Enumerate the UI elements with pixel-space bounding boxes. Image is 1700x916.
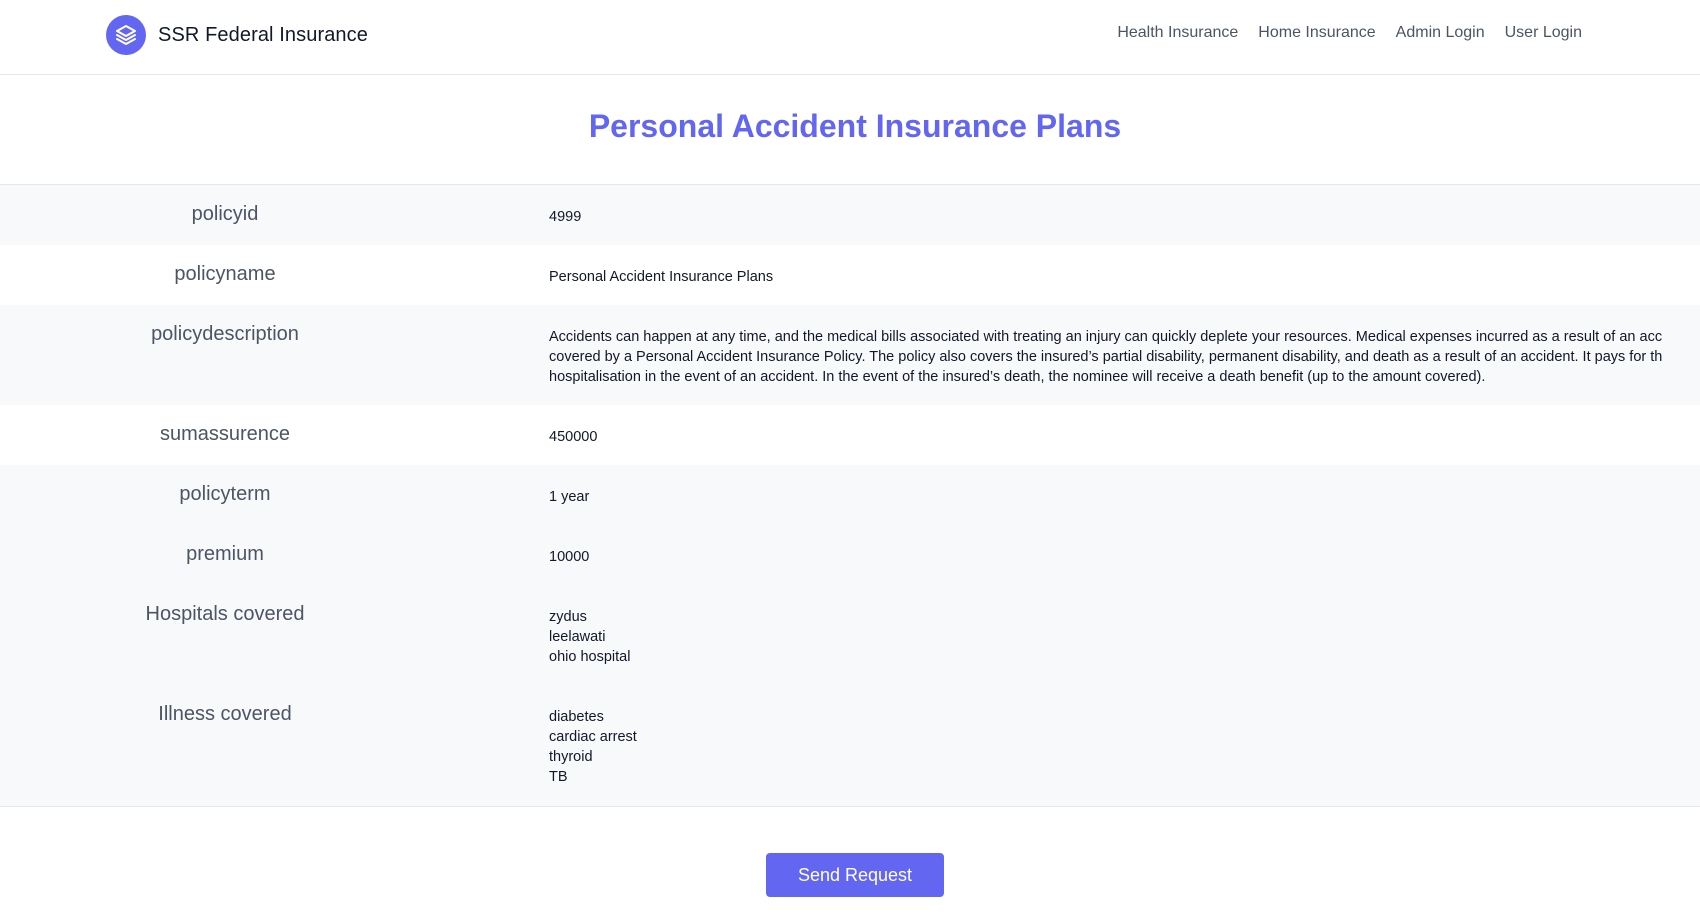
detail-label: Hospitals covered: [145, 603, 305, 625]
illness-item: TB: [549, 769, 568, 785]
nav-admin-login[interactable]: Admin Login: [1396, 24, 1485, 42]
illness-item: cardiac arrest: [549, 729, 637, 745]
detail-label: sumassurence: [159, 423, 291, 445]
layers-icon: [106, 15, 146, 55]
detail-label: policyname: [174, 263, 276, 285]
hospital-item: ohio hospital: [549, 649, 631, 665]
brand-name: SSR Federal Insurance: [158, 23, 368, 46]
detail-value: 1 year: [549, 489, 590, 505]
detail-label: policydescription: [151, 323, 299, 345]
detail-row-sumassurence: sumassurence 450000: [0, 405, 1700, 465]
description-line: covered by a Personal Accident Insurance…: [549, 349, 1663, 365]
policy-details: policyid 4999 policyname Personal Accide…: [0, 184, 1700, 807]
page: SSR Federal Insurance Health Insurance H…: [0, 0, 1700, 916]
detail-row-policydescription: policydescription Accidents can happen a…: [0, 305, 1700, 405]
detail-value: Accidents can happen at any time, and th…: [450, 305, 1700, 405]
hospital-item: leelawati: [549, 629, 606, 645]
detail-value: zydus leelawati ohio hospital: [450, 585, 1700, 685]
detail-row-policyname: policyname Personal Accident Insurance P…: [0, 245, 1700, 305]
detail-label: premium: [186, 543, 264, 565]
illness-item: thyroid: [549, 749, 593, 765]
main-nav: Health Insurance Home Insurance Admin Lo…: [1097, 24, 1582, 42]
illness-item: diabetes: [549, 709, 604, 725]
detail-label: policyid: [191, 203, 259, 225]
description-line: Accidents can happen at any time, and th…: [549, 329, 1663, 345]
detail-label: Illness covered: [158, 703, 292, 725]
brand[interactable]: SSR Federal Insurance: [106, 15, 368, 55]
detail-row-hospitals: Hospitals covered zydus leelawati ohio h…: [0, 585, 1700, 685]
detail-value: 4999: [549, 209, 582, 225]
nav-home-insurance[interactable]: Home Insurance: [1258, 24, 1375, 42]
detail-row-illness: Illness covered diabetes cardiac arrest …: [0, 685, 1700, 806]
detail-row-premium: premium 10000: [0, 525, 1700, 585]
detail-value: 10000: [549, 549, 590, 565]
top-navbar: SSR Federal Insurance Health Insurance H…: [0, 0, 1700, 75]
detail-value: Personal Accident Insurance Plans: [549, 269, 774, 285]
detail-row-policyterm: policyterm 1 year: [0, 465, 1700, 525]
page-title: Personal Accident Insurance Plans: [588, 108, 1122, 144]
detail-row-policyid: policyid 4999: [0, 185, 1700, 245]
detail-label: policyterm: [179, 483, 271, 505]
hospital-item: zydus: [549, 609, 587, 625]
detail-value: 450000: [549, 429, 598, 445]
description-line: hospitalisation in the event of an accid…: [549, 369, 1486, 385]
nav-health-insurance[interactable]: Health Insurance: [1117, 24, 1238, 42]
detail-value: diabetes cardiac arrest thyroid TB: [450, 685, 1700, 806]
send-request-button[interactable]: Send Request: [766, 853, 944, 897]
nav-user-login[interactable]: User Login: [1505, 24, 1582, 42]
